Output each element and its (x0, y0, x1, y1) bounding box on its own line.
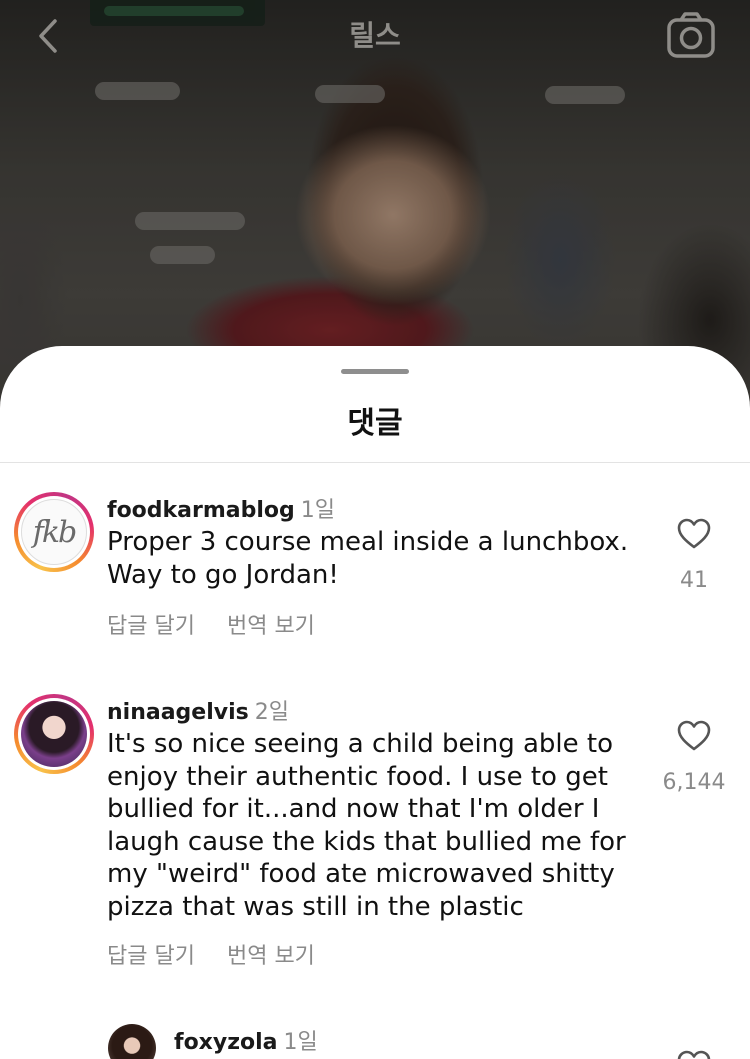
reply-button[interactable]: 답글 달기 (107, 608, 195, 640)
translate-button[interactable]: 번역 보기 (227, 608, 315, 640)
avatar-logo-text: fkb (32, 514, 77, 550)
like-column (658, 1050, 730, 1059)
comment-time: 1일 (283, 1030, 318, 1055)
comment-time: 1일 (300, 498, 336, 523)
like-column: 6,144 (658, 720, 730, 795)
comment-time: 2일 (254, 700, 289, 725)
avatar[interactable] (108, 1024, 156, 1059)
like-column: 41 (658, 518, 730, 593)
comment-username[interactable]: ninaagelvis (107, 700, 249, 725)
translate-button[interactable]: 번역 보기 (227, 938, 315, 970)
camera-button[interactable] (664, 10, 718, 60)
comments-sheet: 댓글 fkb foodkarmablog 1일 Proper 3 course m… (0, 346, 750, 1059)
page-title: 릴스 (349, 19, 401, 52)
comment-username[interactable]: foxyzola (174, 1030, 278, 1055)
avatar[interactable]: fkb (14, 492, 94, 572)
comment-username[interactable]: foodkarmablog (107, 498, 295, 523)
like-count: 6,144 (662, 770, 726, 795)
comment-text: Proper 3 course meal inside a lunchbox. … (107, 527, 629, 590)
heart-outline-icon[interactable] (677, 518, 711, 550)
sheet-title: 댓글 (347, 406, 403, 441)
comment-meta: ninaagelvis 2일 (107, 694, 289, 726)
like-count: 41 (680, 568, 708, 593)
comment-meta: foxyzola 1일 (174, 1024, 318, 1056)
reply-button[interactable]: 답글 달기 (107, 938, 195, 970)
comment-actions: 답글 달기 번역 보기 (107, 608, 347, 640)
heart-outline-icon[interactable] (677, 1050, 711, 1059)
avatar-image (21, 701, 87, 767)
top-bar: 릴스 (0, 0, 750, 70)
avatar[interactable] (14, 694, 94, 774)
comment-meta: foodkarmablog 1일 (107, 492, 335, 524)
camera-icon (667, 12, 715, 58)
avatar-image: fkb (21, 499, 87, 565)
sheet-grabber-handle[interactable] (341, 369, 409, 374)
heart-outline-icon[interactable] (677, 720, 711, 752)
divider (0, 462, 750, 463)
comment-actions: 답글 달기 번역 보기 (107, 938, 347, 970)
comment-text: It's so nice seeing a child being able t… (107, 729, 626, 922)
